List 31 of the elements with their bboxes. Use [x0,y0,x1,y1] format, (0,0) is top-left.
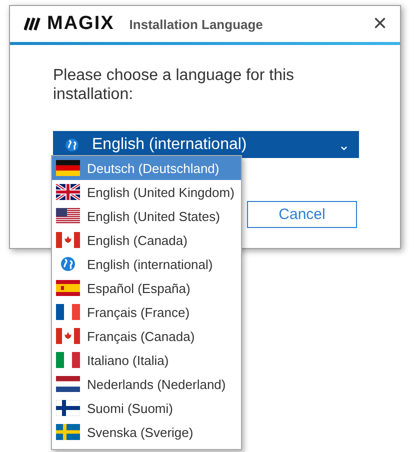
language-option[interactable]: Suomi (Suomi) [52,396,241,420]
flag-icon [56,304,80,320]
window-title: Installation Language [129,16,263,32]
language-dropdown[interactable]: English (international) ⌄ [53,131,359,158]
language-option[interactable]: English (Canada) [52,228,241,252]
language-option[interactable]: Svenska (Sverige) [52,420,241,444]
language-option[interactable]: English (international) [52,252,241,276]
flag-icon [56,280,80,296]
language-option[interactable]: Italiano (Italia) [52,348,241,372]
flag-icon [56,232,80,248]
flag-icon [56,424,80,440]
logo-icon [24,17,42,31]
flag-icon [56,328,80,344]
cancel-button[interactable]: Cancel [247,201,357,228]
flag-icon [56,184,80,200]
language-option[interactable]: Français (Canada) [52,324,241,348]
flag-icon [56,400,80,416]
caret-icon: ⌄ [329,140,359,150]
language-option[interactable]: Deutsch (Deutschland) [52,156,241,180]
prompt-text: Please choose a language for this installation: [53,66,296,104]
language-option[interactable]: English (United States) [52,204,241,228]
language-option[interactable]: Español (España) [52,276,241,300]
close-button[interactable]: × [360,6,400,42]
language-option[interactable]: Nederlands (Nederland) [52,372,241,396]
language-option[interactable]: Français (France) [52,300,241,324]
flag-icon [56,208,80,224]
language-option[interactable]: English (United Kingdom) [52,180,241,204]
logo-text: MAGIX [47,13,114,35]
flag-icon [56,352,80,368]
flag-icon [56,160,80,176]
flag-icon [56,376,80,392]
